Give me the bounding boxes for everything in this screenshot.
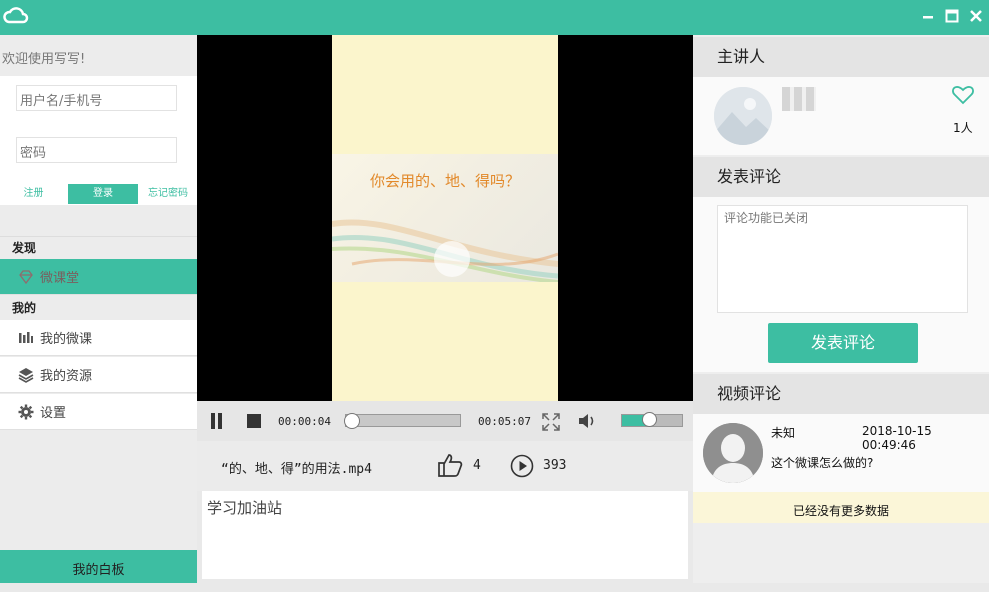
diamond-icon (18, 269, 34, 285)
follow-count: 1人 (953, 121, 973, 135)
maximize-icon[interactable] (944, 8, 960, 24)
minimize-icon[interactable] (920, 8, 936, 24)
speaker-heading: 主讲人 (693, 37, 989, 77)
video-player[interactable]: 你会用的、地、得吗？ (197, 35, 693, 401)
sidebar-item-label: 我的资源 (40, 369, 93, 384)
forgot-password-link[interactable]: 忘记密码 (139, 184, 197, 204)
fullscreen-icon[interactable] (542, 413, 560, 434)
gear-icon (18, 404, 34, 420)
thumbs-up-icon[interactable] (437, 452, 463, 482)
play-count: 393 (543, 458, 567, 473)
heart-icon[interactable] (952, 85, 974, 108)
post-comment-button[interactable]: 发表评论 (768, 323, 918, 363)
sidebar-item-micro-class[interactable]: 微课堂 (0, 259, 197, 295)
whiteboard-button[interactable]: 我的白板 (0, 550, 197, 583)
progress-handle[interactable] (344, 413, 360, 429)
sidebar-item-label: 我的微课 (40, 332, 93, 347)
video-frame: 你会用的、地、得吗？ (332, 35, 558, 401)
speaker-name-blurred (782, 87, 816, 111)
speaker-avatar (714, 87, 772, 145)
welcome-text: 欢迎使用写写! (2, 52, 86, 67)
login-button[interactable]: 登录 (68, 184, 138, 204)
chart-bars-icon (18, 330, 34, 346)
title-bar (0, 0, 989, 35)
like-count: 4 (473, 458, 481, 473)
slide-image: 你会用的、地、得吗？ (332, 154, 558, 282)
discover-heading: 发现 (0, 236, 197, 258)
current-time: 00:00:04 (278, 415, 331, 428)
video-filename: “的、地、得”的用法.mp4 (221, 462, 372, 477)
post-comment-heading: 发表评论 (693, 157, 989, 197)
close-icon[interactable] (968, 8, 984, 24)
comment-time: 2018-10-15 00:49:46 (862, 424, 932, 452)
cloud-icon (3, 5, 29, 27)
password-field[interactable]: 密码 (16, 137, 177, 163)
sidebar-item-label: 设置 (40, 406, 67, 421)
sidebar-item-my-courses[interactable]: 我的微课 (0, 320, 197, 356)
comment-text: 这个微课怎么做的? (771, 456, 874, 470)
sidebar-item-settings[interactable]: 设置 (0, 394, 197, 430)
video-info-bar: “的、地、得”的用法.mp4 4 393 (197, 441, 693, 491)
commenter-avatar (703, 423, 763, 483)
login-panel: 用户名/手机号 密码 注册 登录 忘记密码 (0, 76, 197, 205)
register-link[interactable]: 注册 (0, 184, 67, 204)
play-count-icon (510, 454, 534, 482)
sidebar-item-my-resources[interactable]: 我的资源 (0, 357, 197, 393)
duration: 00:05:07 (478, 415, 531, 428)
stop-icon[interactable] (246, 413, 262, 432)
volume-handle[interactable] (642, 412, 657, 427)
pause-icon[interactable] (209, 412, 225, 433)
mine-heading: 我的 (12, 301, 37, 315)
video-comments-heading: 视频评论 (693, 374, 989, 414)
layers-icon (18, 367, 34, 383)
sidebar-item-label: 微课堂 (40, 271, 80, 286)
commenter-name: 未知 (771, 426, 796, 440)
sidebar: 欢迎使用写写! 用户名/手机号 密码 注册 登录 忘记密码 发现 微课堂 我的 … (0, 35, 197, 583)
username-field[interactable]: 用户名/手机号 (16, 85, 177, 111)
right-panel: 主讲人 1人 发表评论 评论功能已关闭 发表评论 视频评论 未知 2018-10… (693, 35, 989, 583)
player-controls: 00:00:04 00:05:07 (197, 401, 693, 441)
no-more-data: 已经没有更多数据 (693, 492, 989, 523)
slide-title: 你会用的、地、得吗？ (369, 172, 520, 190)
progress-bar[interactable] (345, 414, 461, 427)
video-description: 学习加油站 (202, 491, 688, 579)
comment-input[interactable]: 评论功能已关闭 (717, 205, 968, 313)
volume-icon[interactable] (578, 412, 598, 433)
